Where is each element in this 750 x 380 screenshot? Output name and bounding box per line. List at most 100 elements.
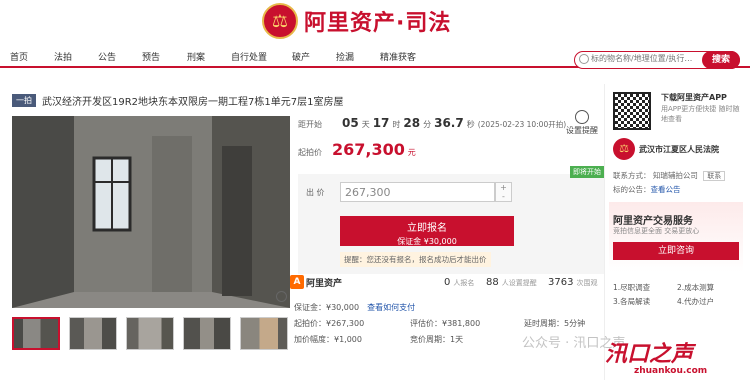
search-bar: 搜索 [574,51,740,69]
court-info: ⚖ 武汉市江夏区人民法院 联系方式： 知瑞辅拍公司 联系 标的公告：查看公告 [609,136,743,196]
app-download-title[interactable]: 下载阿里资产APP [661,92,727,103]
search-icon [579,54,589,64]
zhuankou-url: zhuankou.com [634,366,708,376]
contact-button[interactable]: 联系 [703,171,726,181]
app-download-subtitle: 用APP更方便快捷 随时随地查看 [661,105,740,123]
trade-service-box: 阿里资产交易服务 竞拍信息更全面 交易更放心 立即咨询 [609,202,743,272]
register-deposit-label: 保证金 ¥30,000 [397,237,457,246]
countdown-days: 05 [342,116,359,130]
nav-item-home[interactable]: 首页 [10,50,28,63]
remind-count: 88 [486,276,499,288]
bid-label: 出 价 [306,188,325,197]
countdown-seconds: 36.7 [434,116,464,130]
bid-box: 即将开始 出 价 267,300 + - 立即报名 保证金 ¥30,000 提醒… [298,166,604,274]
photo-thumbnails [12,317,288,350]
court-seal-icon: ⚖ [262,3,298,39]
lot-title-row: 一拍 武汉经济开发区19R2地块东本双限房一期工程7栋1单元7层1室房屋 [12,91,604,109]
status-badge: 即将开始 [570,166,604,178]
nav-item-criminal[interactable]: 刑案 [187,50,205,63]
court-contact: 联系方式： 知瑞辅拍公司 [613,171,698,180]
start-price-value: 267,300 [332,140,405,159]
ali-asset-logo: A 阿里资产 [290,275,342,289]
countdown-start-date: (2025-02-23 10:00开拍) [477,120,567,129]
court-announce-row: 标的公告：查看公告 [613,184,681,195]
brand-title: 阿里资产·司法 [304,11,452,36]
countdown-seconds-unit: 秒 [466,120,475,129]
court-contact-row: 联系方式： 知瑞辅拍公司 联系 [613,170,726,181]
remind-stat: 88 人设置提醒 [486,277,537,288]
start-price-label: 起拍价 [298,148,322,157]
feature-policy: 3.各局解读 [613,297,651,306]
court-announce-label: 标的公告： [613,185,651,194]
bid-notice: 提醒：您还没有报名，报名成功后才能出价 [340,252,491,267]
view-stat: 3763 次围观 [548,277,597,288]
ali-logo-icon: A [290,275,304,289]
stepper-down-button[interactable]: - [496,192,511,201]
feature-transfer: 4.代办过户 [677,297,715,306]
view-label: 次围观 [576,278,598,287]
set-reminder-label: 设置提醒 [566,126,598,135]
countdown-hours: 17 [372,116,390,130]
deposit-row: 保证金：¥30,000 查看如何支付 [294,302,415,313]
nav-item-bargain[interactable]: 捡漏 [336,50,354,63]
detail-start-price: 起拍价：¥267,300 [294,319,365,328]
apply-stat: 0 人报名 [444,277,474,288]
thumbnail-4[interactable] [183,317,231,350]
detail-delay-cycle: 延时周期：5分钟 [524,319,586,328]
auction-stats: A 阿里资产 0 人报名 88 人设置提醒 3763 次围观 [286,270,604,294]
service-subtitle: 竞拍信息更全面 交易更放心 [613,227,700,235]
start-price-row: 起拍价 267,300 元 [298,140,416,159]
set-reminder-button[interactable]: 设置提醒 [562,110,602,136]
countdown: 距开始 05 天 17 时 28 分 36.7 秒 (2025-02-23 10… [298,116,566,134]
view-count: 3763 [548,276,574,288]
deposit-text: 保证金：¥30,000 [294,303,360,312]
ali-logo-text: 阿里资产 [306,278,343,289]
thumbnail-2[interactable] [69,317,117,350]
apply-label: 人报名 [453,278,475,287]
nav-item-announcement[interactable]: 公告 [98,50,116,63]
countdown-minutes: 28 [403,116,421,130]
court-seal-icon: ⚖ [613,138,635,160]
register-button[interactable]: 立即报名 保证金 ¥30,000 [340,216,514,246]
feature-cost-calc: 2.成本测算 [677,283,715,292]
view-announcement-link[interactable]: 查看公告 [651,185,681,194]
court-name[interactable]: 武汉市江夏区人民法院 [639,144,719,155]
countdown-hours-unit: 时 [392,120,401,129]
start-price-unit: 元 [407,148,416,157]
header: ⚖ 阿里资产·司法 [0,0,750,44]
nav-item-bankruptcy[interactable]: 破产 [292,50,310,63]
how-to-pay-link[interactable]: 查看如何支付 [367,303,415,312]
register-button-label: 立即报名 [407,223,447,234]
remind-label: 人设置提醒 [501,278,537,287]
bid-stepper: + - [495,182,512,202]
apply-count: 0 [444,276,451,288]
countdown-label: 距开始 [298,120,322,129]
search-input[interactable] [591,54,701,63]
nav-item-precision[interactable]: 精准获客 [380,50,416,63]
nav-item-auction[interactable]: 法拍 [54,50,72,63]
feature-due-diligence: 1.尽职调查 [613,283,651,292]
bid-amount-input[interactable]: 267,300 [340,182,495,202]
detail-assessment-price: 评估价：¥381,800 [410,319,481,328]
room-photo-illustration [12,116,290,308]
service-title: 阿里资产交易服务 [613,216,693,227]
clock-icon [575,110,589,124]
nav-item-self-disposal[interactable]: 自行处置 [231,50,267,63]
auction-round-badge: 一拍 [12,93,36,107]
qr-code [613,92,651,130]
consult-now-button[interactable]: 立即咨询 [613,242,739,260]
stepper-up-button[interactable]: + [496,183,511,192]
thumbnail-1[interactable] [12,317,60,350]
property-main-photo[interactable] [12,116,290,308]
zhuankou-logo: 汛口之声 [605,342,694,367]
search-button[interactable]: 搜索 [702,51,740,69]
detail-bid-cycle: 竞价周期：1天 [410,335,464,344]
thumbnail-3[interactable] [126,317,174,350]
countdown-minutes-unit: 分 [423,120,432,129]
detail-increment: 加价幅度：¥1,000 [294,335,362,344]
lot-title: 武汉经济开发区19R2地块东本双限房一期工程7栋1单元7层1室房屋 [42,96,344,108]
brand-logo[interactable]: ⚖ 阿里资产·司法 [262,3,451,39]
thumbnail-5[interactable] [240,317,288,350]
countdown-days-unit: 天 [361,120,370,129]
nav-item-preview[interactable]: 预告 [142,50,160,63]
